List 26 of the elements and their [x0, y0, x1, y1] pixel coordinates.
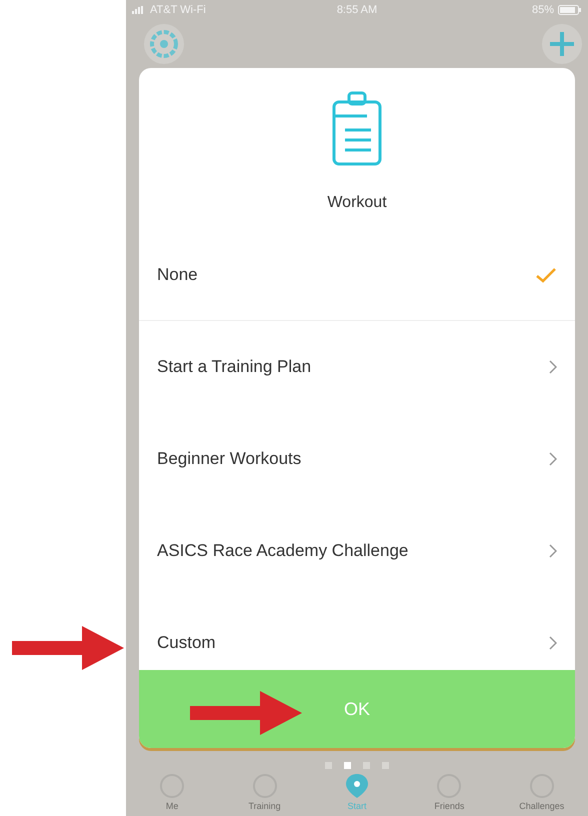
tab-bar-item[interactable]: Me — [132, 773, 212, 811]
arrow-icon — [12, 624, 124, 672]
chevron-icon — [549, 544, 557, 558]
ok-button[interactable]: OK — [139, 670, 575, 748]
workout-option[interactable]: ASICS Race Academy Challenge — [139, 505, 575, 597]
workout-option[interactable]: Start a Training Plan — [139, 321, 575, 413]
status-time: 8:55 AM — [336, 4, 378, 16]
signal-icon — [132, 6, 146, 14]
chevron-icon — [549, 636, 557, 650]
add-icon[interactable] — [540, 22, 584, 66]
workout-option[interactable]: Beginner Workouts — [139, 413, 575, 505]
chevron-icon — [549, 360, 557, 374]
dialog-title: Workout — [327, 194, 387, 212]
tab-bar-item[interactable]: Challenges — [502, 773, 582, 811]
clipboard-icon — [331, 90, 383, 166]
battery-icon — [558, 5, 582, 15]
arrow-icon — [190, 689, 302, 737]
carrier-text: AT&T Wi-Fi — [150, 4, 206, 16]
checkmark-icon — [535, 266, 557, 282]
settings-icon[interactable] — [142, 22, 186, 66]
workout-option[interactable]: None — [139, 229, 575, 321]
tab-bar-item[interactable]: Friends — [409, 773, 490, 811]
tab-bar-item[interactable]: Training — [224, 773, 305, 811]
battery-percent: 85% — [532, 4, 554, 16]
chevron-icon — [549, 452, 557, 466]
workout-option[interactable]: Custom — [139, 597, 575, 670]
